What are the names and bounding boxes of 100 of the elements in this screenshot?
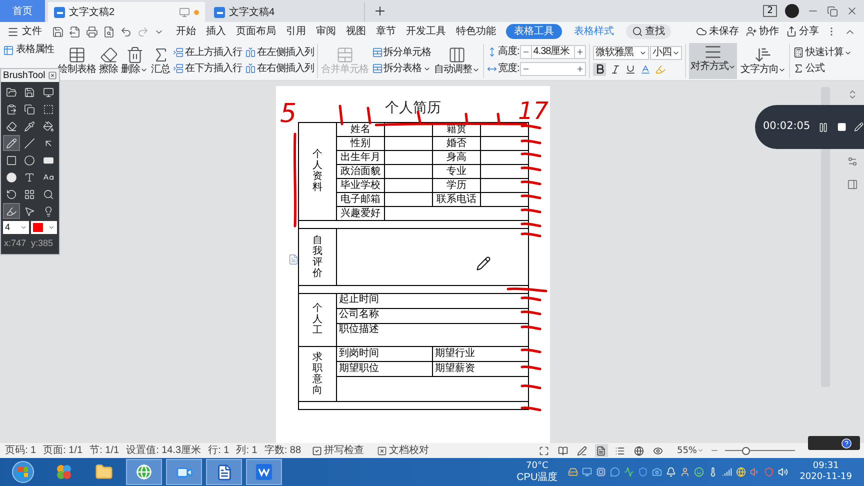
quick-calc-button[interactable]: 快速计算	[793, 46, 852, 58]
highlighter-tool[interactable]	[3, 203, 20, 219]
drive-icon[interactable]	[568, 467, 578, 477]
toolbar-action[interactable]: 未保存	[696, 26, 739, 38]
menu-tab[interactable]: 页面布局	[236, 24, 276, 39]
formula-button[interactable]: 公式	[793, 62, 852, 74]
menu-tab[interactable]: 表格工具	[506, 24, 562, 39]
calculator-icon	[793, 47, 804, 58]
camera-icon[interactable]	[652, 467, 662, 477]
font-size-select[interactable]: 小四	[650, 46, 682, 60]
home-tab[interactable]: 首页	[0, 0, 45, 22]
insert-button[interactable]: 在下方插入行	[173, 62, 242, 74]
office-app-icon[interactable]	[256, 464, 272, 480]
web-view-icon[interactable]	[632, 444, 646, 457]
user-icon[interactable]	[680, 467, 690, 477]
toolbar-action[interactable]: 分享	[786, 26, 819, 38]
close-icon[interactable]	[48, 71, 57, 80]
file-menu[interactable]: 文件	[7, 26, 42, 38]
globe-icon[interactable]	[736, 467, 746, 477]
taskbar-app[interactable]	[206, 459, 242, 485]
menu-tab[interactable]: 章节	[376, 24, 396, 39]
activity-icon[interactable]	[624, 467, 634, 477]
save-icon[interactable]	[52, 26, 64, 38]
table-cell: 毕业学校	[336, 178, 384, 192]
menu-tab[interactable]: 特色功能	[456, 24, 496, 39]
petals-icon[interactable]	[56, 464, 72, 480]
fullscreen-view-icon[interactable]	[538, 444, 551, 457]
align-button[interactable]: 对齐方式	[689, 42, 738, 78]
taskbar-app[interactable]	[166, 459, 202, 485]
bold-icon[interactable]	[593, 62, 606, 76]
insert-button[interactable]: 在左侧插入列	[245, 46, 314, 58]
menu-tab[interactable]: 视图	[346, 24, 366, 39]
write-view-icon[interactable]	[576, 444, 589, 457]
document-app-icon[interactable]	[216, 464, 232, 480]
restore-icon[interactable]	[827, 6, 838, 16]
underline-icon[interactable]	[625, 64, 636, 74]
folder-icon[interactable]	[95, 463, 113, 481]
select-icon	[42, 104, 54, 114]
insert-column-icon	[245, 63, 256, 74]
volume-icon[interactable]	[778, 467, 788, 477]
search-button[interactable]: 查找	[626, 24, 671, 39]
menu-tab[interactable]: 引用	[286, 24, 306, 39]
smiley-icon[interactable]	[694, 467, 704, 477]
chip-icon[interactable]	[596, 467, 606, 477]
insert-button[interactable]: 在右侧插入列	[245, 62, 314, 74]
page-view-icon[interactable]	[594, 444, 608, 457]
slider-thumb[interactable]	[742, 446, 750, 454]
recording-time: 00:02:05	[763, 119, 810, 134]
font-family-select[interactable]: 微软雅黑	[593, 46, 650, 60]
menu-tab[interactable]: 开始	[176, 24, 196, 39]
font-color-icon[interactable]	[640, 64, 652, 74]
close-icon[interactable]	[846, 5, 858, 17]
toolbar-action[interactable]: 协作	[746, 26, 779, 38]
menu-tab[interactable]: 插入	[206, 24, 226, 39]
document-options-icon[interactable]	[288, 254, 299, 265]
window-count-button[interactable]: 2	[763, 5, 777, 17]
taskbar-app[interactable]	[126, 459, 162, 485]
pen-icon[interactable]	[854, 122, 864, 132]
width-field[interactable]	[520, 62, 586, 76]
menu-tab[interactable]: 审阅	[316, 24, 336, 39]
zoom-slider[interactable]	[725, 446, 795, 455]
reading-view-icon[interactable]	[556, 444, 570, 457]
export-icon[interactable]	[69, 26, 81, 38]
pencil-tool[interactable]	[3, 135, 20, 151]
bell-icon[interactable]	[666, 467, 676, 477]
insert-button[interactable]: 在上方插入行	[173, 46, 242, 58]
taskbar-app[interactable]	[246, 459, 282, 485]
monitor-icon[interactable]	[179, 6, 190, 18]
ribbon-button[interactable]: 汇总	[151, 46, 170, 76]
ribbon-button[interactable]: 擦除	[99, 46, 118, 76]
panel-icon[interactable]	[846, 179, 858, 190]
help-icon[interactable]	[841, 438, 852, 448]
document-tab[interactable]: 文字文稿2	[48, 2, 205, 22]
spell-check-toggle[interactable]: 拼写检查	[312, 444, 364, 456]
settings-icon[interactable]	[846, 156, 858, 167]
new-tab-icon[interactable]	[373, 4, 387, 18]
italic-icon[interactable]	[610, 64, 622, 74]
pause-icon[interactable]	[818, 122, 829, 132]
stop-icon[interactable]	[836, 122, 846, 132]
chat-icon[interactable]	[610, 467, 620, 477]
color-select[interactable]	[31, 221, 57, 234]
table-cell: 联系电话	[432, 192, 480, 206]
start-button[interactable]	[12, 461, 34, 483]
size-select[interactable]: 4	[3, 221, 29, 234]
table-properties-button[interactable]: 表格属性	[3, 44, 55, 56]
menu-tab[interactable]: 表格样式	[572, 24, 616, 39]
undo-icon[interactable]	[120, 26, 132, 38]
split-button[interactable]: 拆分表格	[372, 62, 431, 74]
zoom-select[interactable]: 55%	[676, 444, 704, 456]
text-direction-button[interactable]: 文字方向	[740, 46, 786, 76]
print-icon[interactable]	[86, 26, 98, 38]
preview-icon[interactable]	[103, 26, 115, 38]
autofit-button[interactable]: 自动调整	[434, 46, 480, 76]
height-field[interactable]: 4.38厘米	[520, 45, 586, 59]
proofread-button[interactable]: 文档校对	[377, 444, 430, 456]
monitor-icon[interactable]	[582, 467, 592, 477]
split-button[interactable]: 拆分单元格	[372, 46, 431, 58]
ribbon-button[interactable]: 删除	[121, 46, 148, 76]
menu-tab[interactable]: 开发工具	[406, 24, 446, 39]
signal-icon[interactable]	[722, 467, 732, 477]
